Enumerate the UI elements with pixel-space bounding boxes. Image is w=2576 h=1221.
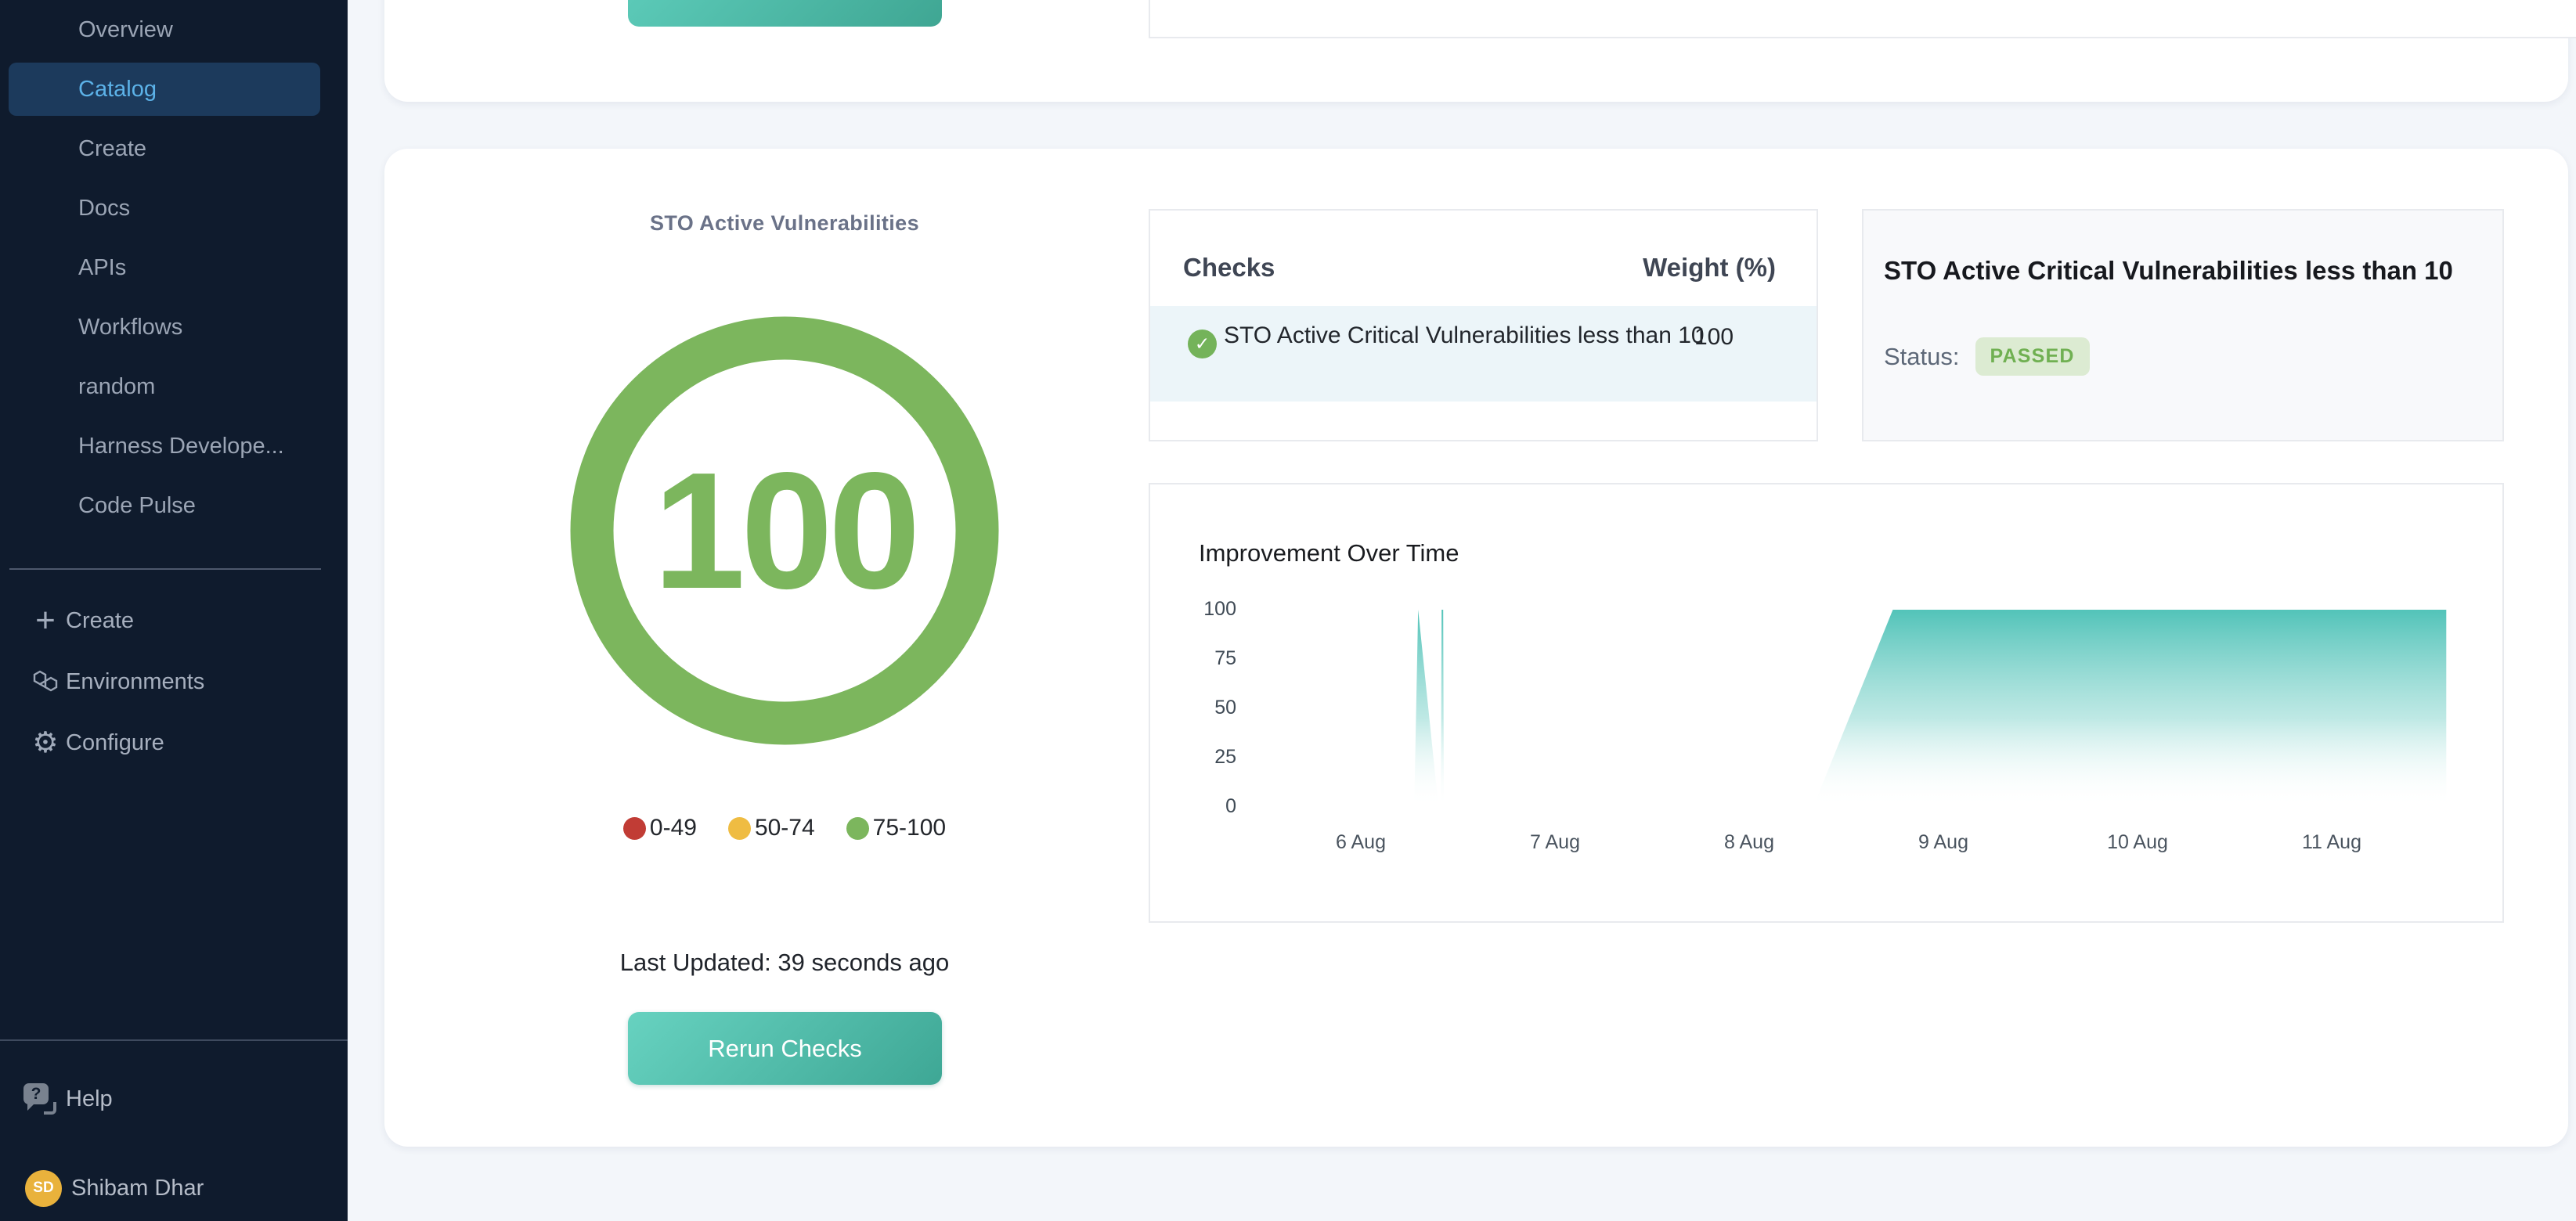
previous-rerun-button-fragment[interactable] [628,0,942,27]
checks-header: Checks [1183,253,1275,283]
hexagons-icon [30,666,61,697]
last-updated-text: Last Updated: 39 seconds ago [471,949,1098,977]
checks-panel: Checks Weight (%) ✓ STO Active Critical … [1149,209,1818,441]
sidebar-item-random[interactable]: random [0,357,347,416]
sidebar-action-create[interactable]: +Create [0,590,348,651]
legend-item-50-74: 50-74 [728,815,815,841]
user-name: Shibam Dhar [71,1176,204,1201]
x-tick-label: 6 Aug [1298,831,1423,854]
y-tick-label: 25 [1166,746,1236,769]
sidebar-item-catalog[interactable]: Catalog [0,59,347,119]
sidebar-action-label: Create [0,608,134,634]
sidebar-action-environments[interactable]: Environments [0,651,348,712]
sidebar: OverviewCatalogCreateDocsAPIsWorkflowsra… [0,0,348,1221]
help-button[interactable]: ? Help [0,1071,348,1127]
plus-icon: + [30,605,61,636]
gauge-score-value: 100 [568,315,1001,747]
y-tick-label: 0 [1166,795,1236,818]
check-passed-icon: ✓ [1188,330,1217,358]
sidebar-item-code-pulse[interactable]: Code Pulse [0,476,347,535]
scorecard-page: OverviewCatalogCreateDocsAPIsWorkflowsra… [0,0,2576,1221]
gear-icon: ⚙ [30,727,61,758]
sidebar-item-overview[interactable]: Overview [0,0,347,59]
user-menu[interactable]: SD Shibam Dhar [0,1165,348,1212]
y-tick-label: 50 [1166,697,1236,719]
status-label: Status: [1884,343,1960,371]
avatar: SD [25,1170,62,1207]
x-tick-label: 11 Aug [2269,831,2394,854]
sidebar-nav: OverviewCatalogCreateDocsAPIsWorkflowsra… [0,0,347,535]
check-row[interactable]: ✓ STO Active Critical Vulnerabilities le… [1150,306,1817,402]
improvement-area-series [1322,610,2446,807]
legend-label: 0-49 [650,815,697,841]
x-tick-label: 9 Aug [1881,831,2006,854]
x-tick-label: 7 Aug [1492,831,1618,854]
sidebar-footer-divider [0,1039,348,1041]
legend-dot-icon [846,817,869,840]
x-tick-label: 10 Aug [2075,831,2200,854]
sidebar-divider [9,568,321,570]
check-weight-value: 100 [1694,324,1734,351]
rerun-checks-button[interactable]: Rerun Checks [628,1012,942,1085]
score-legend: 0-49 50-74 75-100 [471,811,1098,845]
check-name: STO Active Critical Vulnerabilities less… [1224,319,1709,351]
improvement-area-chart [1150,484,2502,921]
sidebar-action-configure[interactable]: ⚙Configure [0,712,348,773]
sidebar-item-workflows[interactable]: Workflows [0,297,347,357]
legend-item-0-49: 0-49 [623,815,697,841]
previous-checks-panel-fragment [1149,0,2576,38]
check-status-title: STO Active Critical Vulnerabilities less… [1884,256,2453,286]
sidebar-item-create[interactable]: Create [0,119,347,178]
legend-label: 50-74 [755,815,815,841]
check-status-panel: STO Active Critical Vulnerabilities less… [1862,209,2504,441]
y-tick-label: 100 [1166,598,1236,621]
sidebar-action-label: Configure [0,730,164,756]
scorecard-card: STO Active Vulnerabilities 100 0-49 50-74… [384,149,2568,1147]
improvement-panel: Improvement Over Time 1007550250 6 Aug7 … [1149,483,2504,923]
weight-header: Weight (%) [1643,253,1776,283]
legend-label: 75-100 [873,815,946,841]
legend-dot-icon [728,817,751,840]
sidebar-item-apis[interactable]: APIs [0,238,347,297]
previous-scorecard-card [384,0,2568,102]
help-chat-icon: ? [23,1082,58,1116]
score-gauge: 100 [568,315,1001,747]
sidebar-item-docs[interactable]: Docs [0,178,347,238]
sidebar-actions: +CreateEnvironments⚙Configure [0,590,348,773]
sidebar-item-harness-develope[interactable]: Harness Develope... [0,416,347,476]
x-tick-label: 8 Aug [1687,831,1812,854]
help-label: Help [66,1086,113,1112]
legend-item-75-100: 75-100 [846,815,946,841]
status-badge: PASSED [1975,337,2090,376]
gauge-title: STO Active Vulnerabilities [511,211,1059,236]
y-tick-label: 75 [1166,647,1236,670]
legend-dot-icon [623,817,646,840]
status-row: Status: PASSED [1884,337,2090,376]
